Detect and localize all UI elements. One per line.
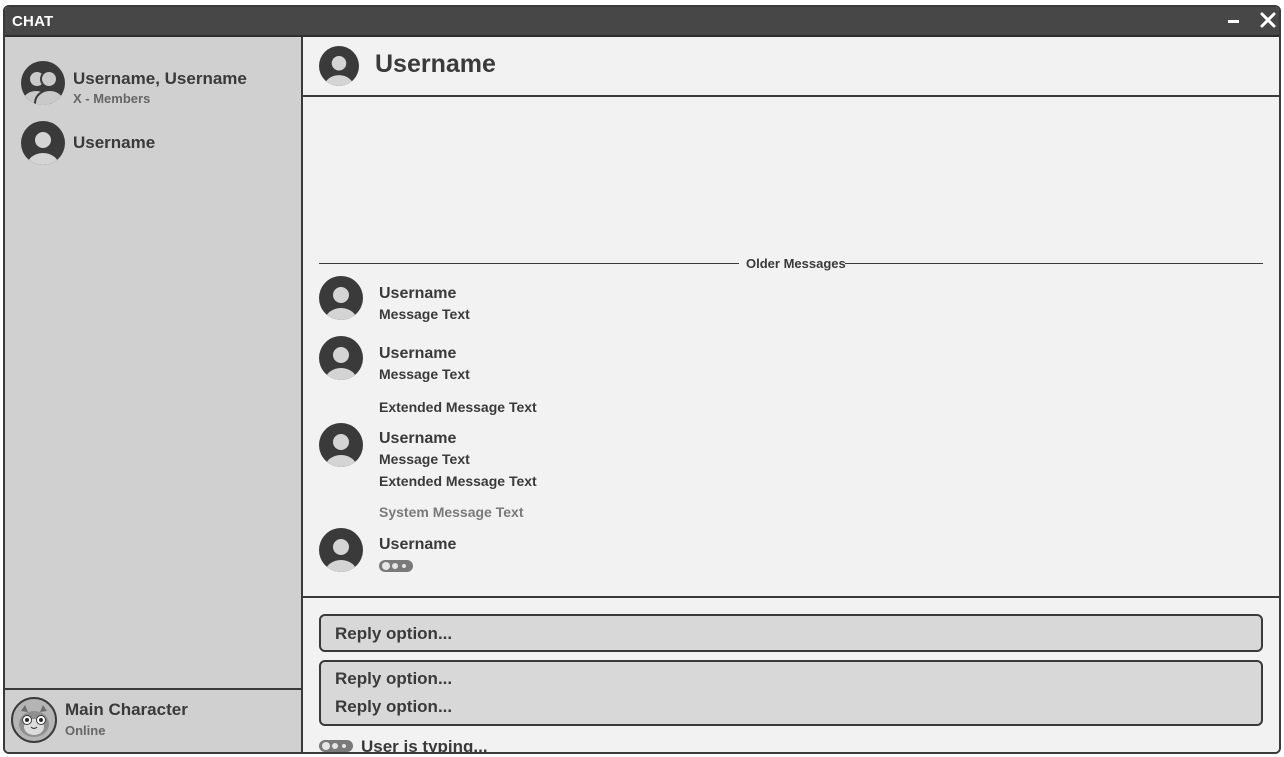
conversation-members-count: X - Members <box>73 91 151 106</box>
reply-option-label[interactable]: Reply option... <box>335 697 452 717</box>
profile-name: Main Character <box>65 700 188 719</box>
chat-main: Username Older Messages Username Message… <box>303 37 1279 752</box>
group-avatar-icon <box>21 61 65 105</box>
message-username: Username <box>379 345 457 362</box>
typing-indicator-icon <box>319 740 353 752</box>
reply-composer: Reply option... Reply option... Reply op… <box>303 596 1279 752</box>
close-icon[interactable] <box>1260 12 1278 30</box>
chat-header: Username <box>303 37 1279 97</box>
message-extended-text: Extended Message Text <box>379 399 537 415</box>
title-bar[interactable]: CHAT <box>5 7 1279 37</box>
message-username: Username <box>379 430 457 447</box>
message-username: Username <box>379 536 457 553</box>
chat-window: CHAT Username, Username X - Members User… <box>3 5 1281 754</box>
conversation-item-user[interactable]: Username <box>21 121 291 165</box>
character-avatar-icon <box>11 697 57 743</box>
divider-line <box>319 263 739 264</box>
window-title: CHAT <box>12 13 54 30</box>
user-avatar-icon <box>319 528 363 572</box>
user-avatar-icon <box>21 121 65 165</box>
message-text: Message Text <box>379 366 470 382</box>
older-messages-divider[interactable]: Older Messages <box>319 255 1263 271</box>
current-user-profile[interactable]: Main Character Online <box>5 688 301 752</box>
conversation-name: Username, Username <box>73 69 247 88</box>
message-extended-text: Extended Message Text <box>379 473 537 489</box>
conversation-sidebar: Username, Username X - Members Username <box>5 37 303 752</box>
message-text: Message Text <box>379 306 470 322</box>
system-message-text: System Message Text <box>379 504 524 520</box>
user-avatar-icon <box>319 336 363 380</box>
typing-indicator-icon <box>379 560 413 572</box>
typing-status: User is typing... <box>361 737 488 754</box>
divider-line <box>845 263 1263 264</box>
chat-header-name: Username <box>375 50 496 78</box>
message-username: Username <box>379 285 457 302</box>
minimize-icon[interactable] <box>1225 12 1243 30</box>
profile-status: Online <box>65 723 106 738</box>
reply-option-label: Reply option... <box>335 624 453 643</box>
reply-option-group: Reply option... Reply option... <box>319 660 1263 726</box>
user-avatar-icon <box>319 46 359 86</box>
message-text: Message Text <box>379 451 470 467</box>
divider-label: Older Messages <box>746 256 846 271</box>
conversation-name: Username <box>73 133 156 152</box>
user-avatar-icon <box>319 276 363 320</box>
reply-option-button[interactable]: Reply option... <box>319 614 1263 652</box>
reply-option-label[interactable]: Reply option... <box>335 669 452 689</box>
user-avatar-icon <box>319 423 363 467</box>
conversation-item-group[interactable]: Username, Username X - Members <box>21 61 291 106</box>
